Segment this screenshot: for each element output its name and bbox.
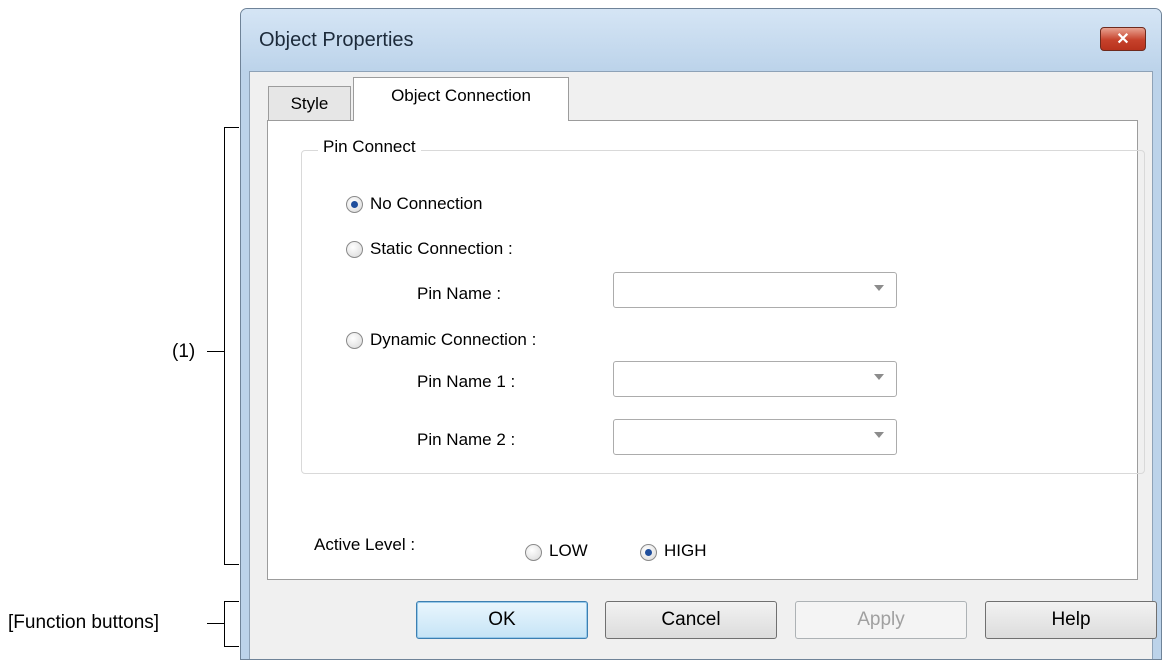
dynamic-connection-radio[interactable] bbox=[346, 332, 363, 349]
function-buttons-annotation: [Function buttons] bbox=[8, 612, 160, 633]
pin-name-combobox[interactable] bbox=[613, 272, 897, 308]
static-connection-label[interactable]: Static Connection : bbox=[370, 239, 513, 259]
cancel-button[interactable]: Cancel bbox=[605, 601, 777, 639]
active-level-high-label[interactable]: HIGH bbox=[664, 541, 707, 561]
pin-name-label: Pin Name : bbox=[417, 284, 502, 303]
chevron-down-icon bbox=[874, 374, 884, 380]
ok-button[interactable]: OK bbox=[416, 601, 588, 639]
apply-button[interactable]: Apply bbox=[795, 601, 967, 639]
pin-name-2-label: Pin Name 2 : bbox=[417, 430, 516, 449]
section-1-annotation: (1) bbox=[172, 341, 196, 362]
dynamic-connection-label[interactable]: Dynamic Connection : bbox=[370, 330, 536, 350]
dialog-title: Object Properties bbox=[259, 29, 414, 51]
active-level-high-radio[interactable] bbox=[640, 544, 657, 561]
no-connection-label[interactable]: No Connection bbox=[370, 194, 482, 214]
section-1-bracket bbox=[224, 127, 239, 565]
object-properties-dialog: Object Properties ✕ Style Object Connect… bbox=[240, 8, 1162, 660]
dialog-client-area: Style Object Connection Pin Connect No C… bbox=[249, 71, 1157, 659]
active-level-low-radio[interactable] bbox=[525, 544, 542, 561]
pin-name-1-label: Pin Name 1 : bbox=[417, 372, 516, 391]
tab-style[interactable]: Style bbox=[268, 86, 351, 120]
function-buttons-tick bbox=[207, 623, 224, 624]
static-connection-radio[interactable] bbox=[346, 241, 363, 258]
no-connection-radio[interactable] bbox=[346, 196, 363, 213]
active-level-low-label[interactable]: LOW bbox=[549, 541, 588, 561]
tab-object-connection[interactable]: Object Connection bbox=[353, 77, 569, 121]
chevron-down-icon bbox=[874, 285, 884, 291]
close-icon: ✕ bbox=[1116, 31, 1130, 48]
title-bar[interactable]: Object Properties ✕ bbox=[241, 9, 1161, 71]
object-connection-tab-page: Pin Connect No Connection Static Connect… bbox=[267, 120, 1145, 580]
function-buttons-bracket bbox=[224, 601, 239, 647]
pin-name-1-combobox[interactable] bbox=[613, 361, 897, 397]
help-button[interactable]: Help bbox=[985, 601, 1157, 639]
close-button[interactable]: ✕ bbox=[1100, 27, 1146, 51]
active-level-label: Active Level : bbox=[314, 535, 416, 554]
pin-name-2-combobox[interactable] bbox=[613, 419, 897, 455]
section-1-tick bbox=[207, 351, 224, 352]
chevron-down-icon bbox=[874, 432, 884, 438]
pin-connect-group-label: Pin Connect bbox=[318, 137, 421, 157]
